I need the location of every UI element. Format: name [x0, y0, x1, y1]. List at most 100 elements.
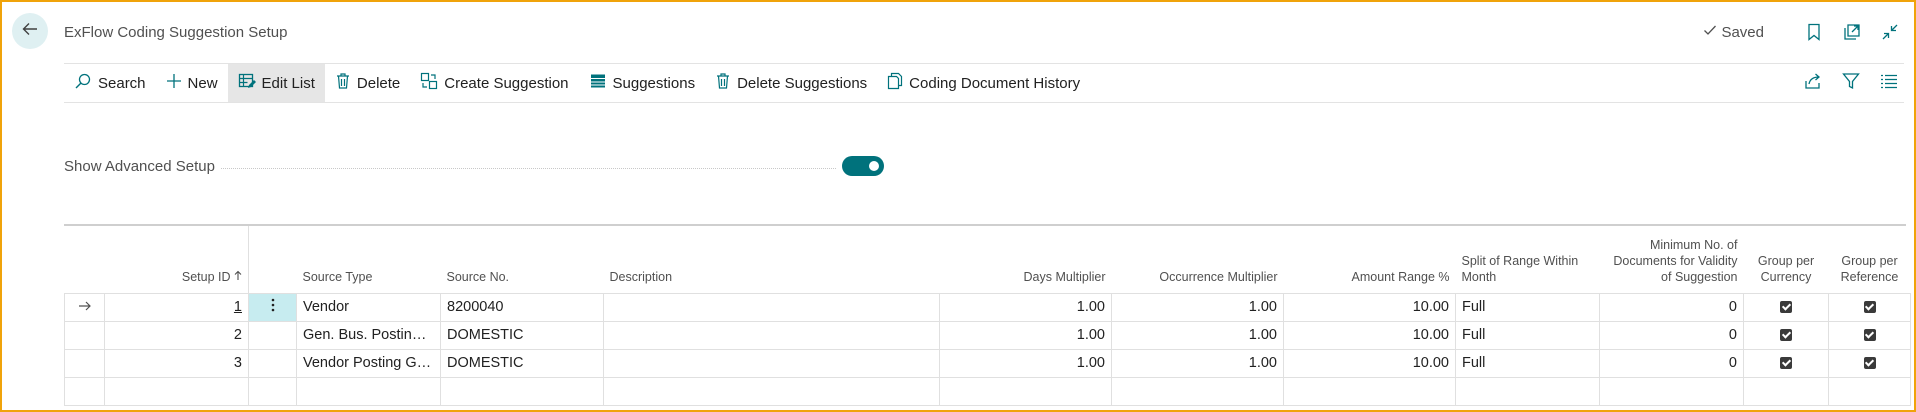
cell-source-no[interactable]: DOMESTIC [440, 348, 604, 377]
new-button[interactable]: New [156, 64, 228, 102]
empty-cell[interactable] [1283, 376, 1456, 406]
row-marker-header [65, 226, 105, 293]
document-icon [887, 72, 903, 94]
cell-min-docs[interactable]: 0 [1599, 348, 1744, 377]
cell-group-reference[interactable] [1828, 320, 1911, 349]
empty-cell[interactable] [296, 376, 441, 406]
advanced-setup-toggle[interactable] [842, 156, 884, 176]
action-bar: Search New Edit List Delete Create Sugge… [64, 63, 1904, 103]
cell-split-range[interactable]: Full [1455, 320, 1600, 349]
toggle-knob [869, 161, 879, 171]
open-new-window-icon[interactable] [1842, 22, 1862, 42]
empty-cell[interactable] [104, 376, 249, 406]
cell-source-no[interactable]: 8200040 [440, 292, 604, 321]
empty-cell[interactable] [1828, 376, 1911, 406]
column-header-days-multiplier[interactable]: Days Multiplier [940, 226, 1112, 293]
row-actions-menu[interactable] [248, 292, 297, 321]
cell-source-no[interactable]: DOMESTIC [440, 320, 604, 349]
column-header-source-no[interactable]: Source No. [441, 226, 604, 293]
new-entry-row[interactable] [64, 376, 1911, 406]
empty-cell[interactable] [1743, 376, 1829, 406]
row-actions-menu[interactable] [248, 320, 297, 349]
cell-description[interactable] [603, 320, 940, 349]
cell-description[interactable] [603, 348, 940, 377]
coding-document-history-button[interactable]: Coding Document History [877, 64, 1090, 102]
cell-setup-id[interactable]: 2 [104, 320, 249, 349]
empty-cell[interactable] [440, 376, 604, 406]
cell-group-currency[interactable] [1743, 292, 1829, 321]
table-icon [589, 72, 607, 94]
column-header-group-reference[interactable]: Group per Reference [1829, 226, 1911, 293]
cell-amount-range[interactable]: 10.00 [1283, 320, 1456, 349]
cell-amount-range[interactable]: 10.00 [1283, 348, 1456, 377]
cell-group-reference[interactable] [1828, 348, 1911, 377]
delete-button[interactable]: Delete [325, 64, 410, 102]
row-selected-arrow-icon [64, 292, 105, 321]
cell-days-multiplier[interactable]: 1.00 [939, 348, 1112, 377]
group-currency-checkbox[interactable] [1780, 329, 1792, 342]
filter-icon[interactable] [1842, 72, 1860, 95]
delete-suggestions-button[interactable]: Delete Suggestions [705, 64, 877, 102]
group-currency-checkbox[interactable] [1780, 357, 1792, 370]
cell-description[interactable] [603, 292, 940, 321]
empty-cell[interactable] [1599, 376, 1744, 406]
group-reference-checkbox[interactable] [1863, 301, 1876, 314]
column-header-min-docs[interactable]: Minimum No. of Documents for Validity of… [1600, 226, 1744, 293]
suggestions-button[interactable]: Suggestions [579, 64, 706, 102]
table-row[interactable]: 1 Vendor 8200040 1.00 1.00 10.00 Full 0 [64, 292, 1911, 321]
back-button[interactable] [12, 13, 48, 49]
column-header-source-type[interactable]: Source Type [297, 226, 441, 293]
group-currency-checkbox[interactable] [1780, 301, 1792, 314]
header-actions: Saved [1703, 22, 1900, 42]
suggestions-label: Suggestions [612, 74, 696, 92]
share-icon[interactable] [1804, 72, 1822, 95]
cell-min-docs[interactable]: 0 [1599, 320, 1744, 349]
cell-occurrence-multiplier[interactable]: 1.00 [1111, 348, 1284, 377]
cell-occurrence-multiplier[interactable]: 1.00 [1111, 320, 1284, 349]
cell-source-type[interactable]: Vendor Posting Gro... [296, 348, 441, 377]
column-header-description[interactable]: Description [604, 226, 940, 293]
cell-group-reference[interactable] [1828, 292, 1911, 321]
create-suggestion-button[interactable]: Create Suggestion [410, 64, 578, 102]
row-marker [64, 376, 105, 406]
create-suggestion-label: Create Suggestion [444, 74, 569, 92]
empty-cell[interactable] [248, 376, 297, 406]
cell-split-range[interactable]: Full [1455, 292, 1600, 321]
column-header-amount-range[interactable]: Amount Range % [1284, 226, 1456, 293]
cell-days-multiplier[interactable]: 1.00 [939, 292, 1112, 321]
app-window: ExFlow Coding Suggestion Setup Saved Sea… [0, 0, 1916, 412]
group-reference-checkbox[interactable] [1863, 357, 1876, 370]
cell-group-currency[interactable] [1743, 348, 1829, 377]
cell-amount-range[interactable]: 10.00 [1283, 292, 1456, 321]
table-row[interactable]: 3 Vendor Posting Gro... DOMESTIC 1.00 1.… [64, 348, 1911, 377]
edit-list-button[interactable]: Edit List [227, 64, 325, 102]
collapse-icon[interactable] [1880, 22, 1900, 42]
cell-setup-id[interactable]: 3 [104, 348, 249, 377]
empty-cell[interactable] [603, 376, 940, 406]
bookmark-icon[interactable] [1804, 22, 1824, 42]
row-marker [64, 348, 105, 377]
table-row[interactable]: 2 Gen. Bus. Posting G... DOMESTIC 1.00 1… [64, 320, 1911, 349]
row-actions-menu[interactable] [248, 348, 297, 377]
cell-split-range[interactable]: Full [1455, 348, 1600, 377]
search-button[interactable]: Search [64, 64, 156, 102]
cell-source-type[interactable]: Vendor [296, 292, 441, 321]
cell-setup-id[interactable]: 1 [104, 292, 249, 321]
cell-min-docs[interactable]: 0 [1599, 292, 1744, 321]
cell-days-multiplier[interactable]: 1.00 [939, 320, 1112, 349]
coding-document-history-label: Coding Document History [909, 74, 1081, 92]
setup-id-link[interactable]: 1 [234, 299, 242, 315]
empty-cell[interactable] [939, 376, 1112, 406]
group-reference-checkbox[interactable] [1863, 329, 1876, 342]
new-label: New [187, 74, 218, 92]
cell-source-type[interactable]: Gen. Bus. Posting G... [296, 320, 441, 349]
column-header-setup-id[interactable]: Setup ID [105, 226, 249, 293]
column-header-group-currency[interactable]: Group per Currency [1744, 226, 1829, 293]
cell-group-currency[interactable] [1743, 320, 1829, 349]
column-header-split-range[interactable]: Split of Range Within Month [1456, 226, 1600, 293]
empty-cell[interactable] [1111, 376, 1284, 406]
empty-cell[interactable] [1455, 376, 1600, 406]
list-view-icon[interactable] [1880, 72, 1898, 95]
cell-occurrence-multiplier[interactable]: 1.00 [1111, 292, 1284, 321]
column-header-occurrence-multiplier[interactable]: Occurrence Multiplier [1112, 226, 1284, 293]
